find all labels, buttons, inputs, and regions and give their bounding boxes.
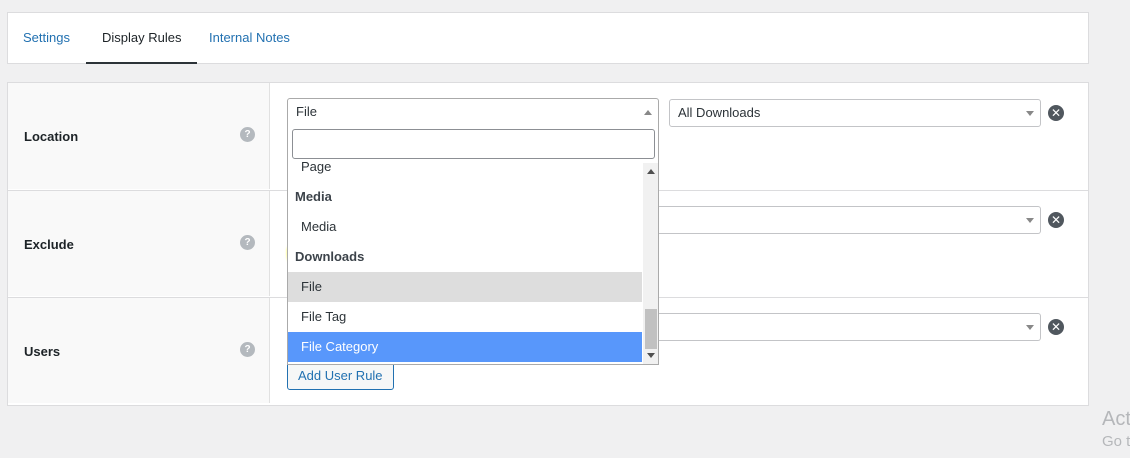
remove-exclude-rule-icon[interactable]: ✕ <box>1048 212 1064 228</box>
option-file-tag[interactable]: File Tag <box>288 302 642 332</box>
help-icon[interactable]: ? <box>240 235 255 250</box>
option-media[interactable]: Media <box>288 212 642 242</box>
exclude-label-cell: Exclude ? <box>8 191 270 296</box>
tab-settings[interactable]: Settings <box>23 13 70 63</box>
location-type-value: File <box>296 104 317 119</box>
location-label: Location <box>24 129 79 144</box>
option-file-category[interactable]: File Category <box>288 332 642 362</box>
exclude-label: Exclude <box>24 237 74 252</box>
activation-watermark-line2: Go t <box>1102 433 1130 450</box>
add-user-rule-button[interactable]: Add User Rule <box>287 362 394 390</box>
option-file[interactable]: File <box>288 272 642 302</box>
users-label: Users <box>24 344 61 359</box>
scrollbar-thumb[interactable] <box>645 309 657 349</box>
remove-users-rule-icon[interactable]: ✕ <box>1048 319 1064 335</box>
chevron-up-icon <box>644 110 652 115</box>
location-label-cell: Location ? <box>8 83 270 189</box>
location-value-text: All Downloads <box>678 105 761 120</box>
location-type-select[interactable]: File <box>287 98 659 126</box>
tabs-bar: Settings Display Rules Internal Notes <box>7 12 1089 64</box>
dropdown-scrollbar[interactable] <box>643 163 658 364</box>
group-media: Media <box>295 189 332 204</box>
exclude-value-select[interactable] <box>655 206 1041 234</box>
tab-display-rules[interactable]: Display Rules <box>86 13 198 64</box>
dropdown-options-list: Page Media Media Downloads File File Tag… <box>288 159 642 364</box>
activation-watermark-line1: Act <box>1102 408 1130 430</box>
chevron-down-icon <box>1026 325 1034 330</box>
scroll-up-arrow-icon[interactable] <box>647 169 655 174</box>
chevron-down-icon <box>1026 111 1034 116</box>
group-downloads: Downloads <box>295 249 365 264</box>
scroll-down-arrow-icon[interactable] <box>647 353 655 358</box>
chevron-down-icon <box>1026 218 1034 223</box>
option-page[interactable]: Page <box>288 152 642 182</box>
location-type-dropdown: Page Media Media Downloads File File Tag… <box>287 125 659 365</box>
tab-internal-notes[interactable]: Internal Notes <box>209 13 290 63</box>
help-icon[interactable]: ? <box>240 342 255 357</box>
location-value-select[interactable]: All Downloads <box>669 99 1041 127</box>
users-label-cell: Users ? <box>8 298 270 403</box>
help-icon[interactable]: ? <box>240 127 255 142</box>
users-value-select[interactable] <box>655 313 1041 341</box>
remove-location-rule-icon[interactable]: ✕ <box>1048 105 1064 121</box>
